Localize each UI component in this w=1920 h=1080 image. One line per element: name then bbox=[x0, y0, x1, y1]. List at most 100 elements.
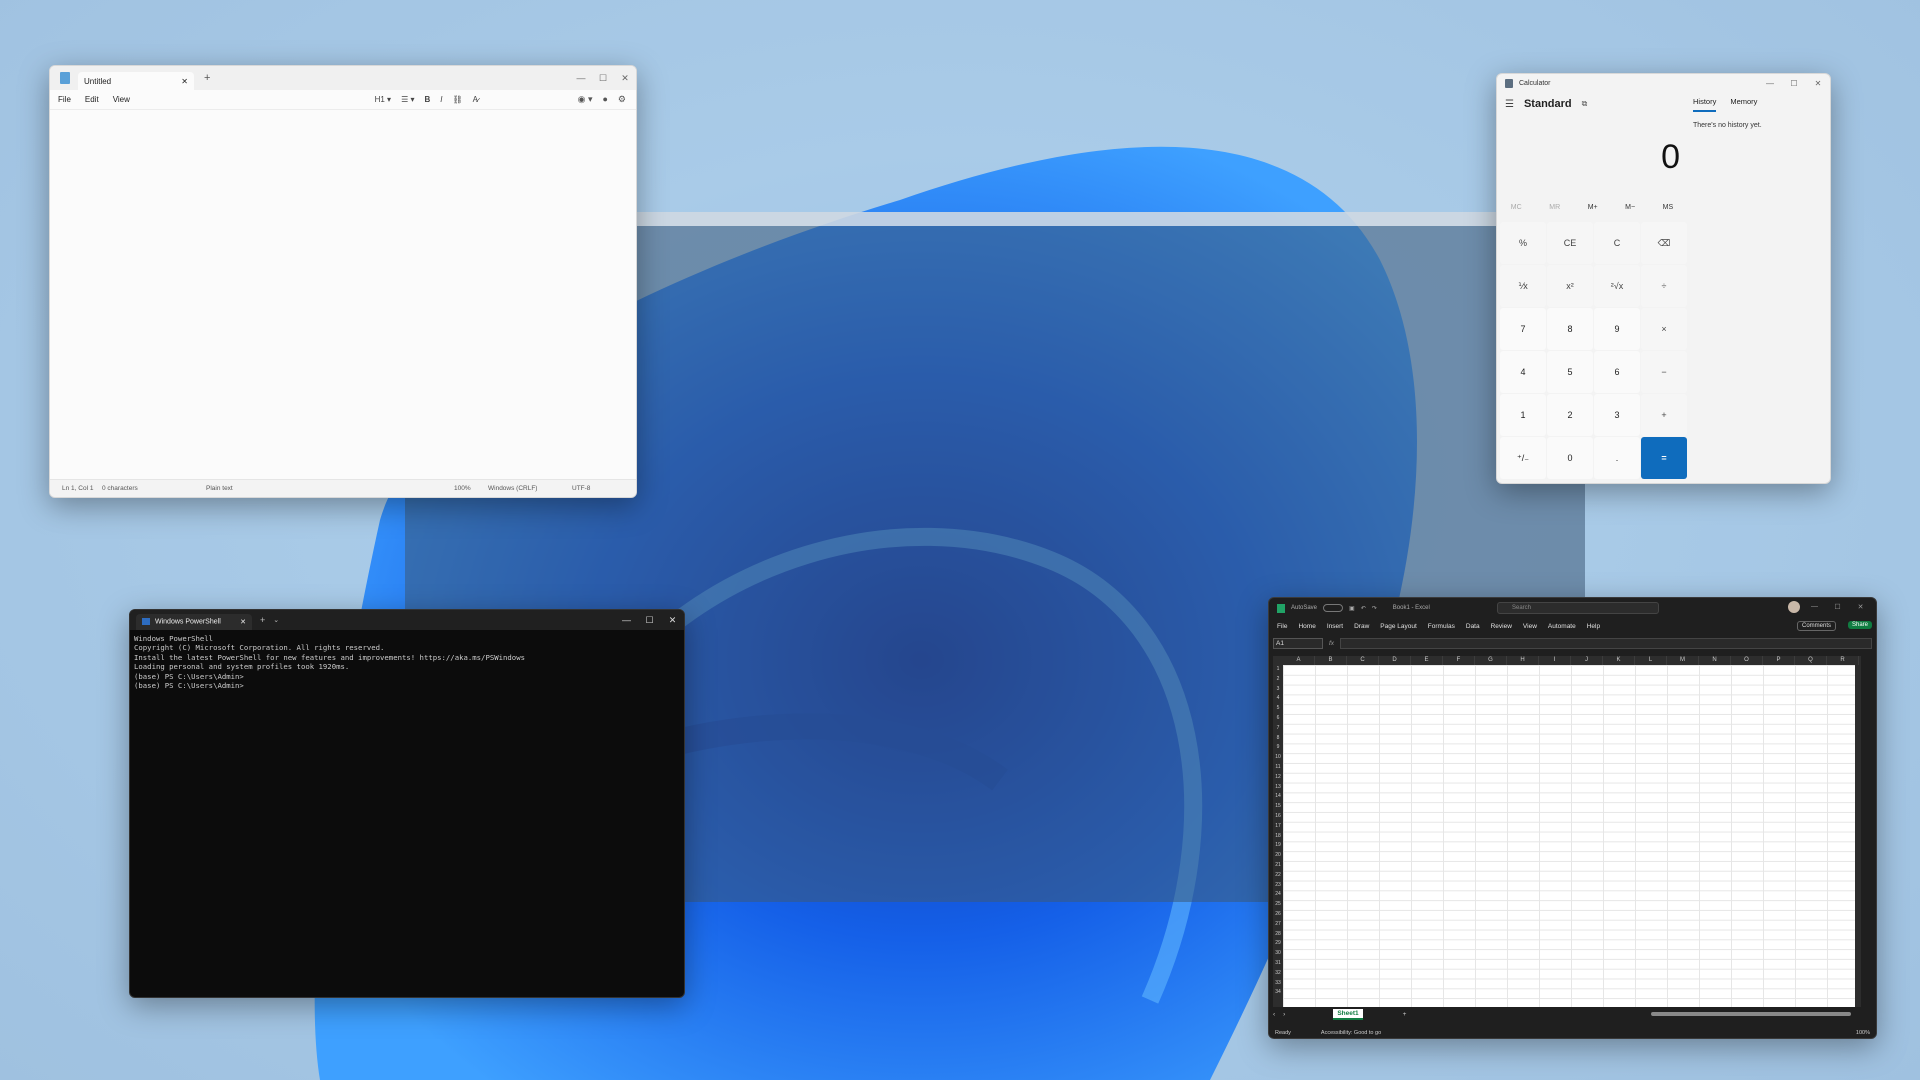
row-header[interactable]: 3 bbox=[1273, 685, 1283, 695]
zoom-level[interactable]: 100% bbox=[1856, 1030, 1870, 1036]
reciprocal-key[interactable]: ⅟x bbox=[1500, 265, 1546, 307]
row-header[interactable]: 16 bbox=[1273, 812, 1283, 822]
row-header[interactable]: 7 bbox=[1273, 724, 1283, 734]
digit-1-key[interactable]: 1 bbox=[1500, 394, 1546, 436]
notepad-tab[interactable]: Untitled ✕ bbox=[78, 72, 194, 90]
digit-6-key[interactable]: 6 bbox=[1594, 351, 1640, 393]
row-header[interactable]: 34 bbox=[1273, 988, 1283, 998]
ms-button[interactable]: MS bbox=[1663, 204, 1674, 211]
square-root-key[interactable]: ²√x bbox=[1594, 265, 1640, 307]
column-header[interactable]: G bbox=[1475, 656, 1507, 665]
ribbon-tab-file[interactable]: File bbox=[1277, 623, 1287, 630]
horizontal-scrollbar[interactable] bbox=[1651, 1012, 1851, 1016]
undo-icon[interactable]: ↶ bbox=[1361, 605, 1366, 612]
row-header[interactable]: 14 bbox=[1273, 792, 1283, 802]
ribbon-tab-insert[interactable]: Insert bbox=[1327, 623, 1343, 630]
avatar[interactable]: ● bbox=[602, 94, 607, 105]
row-header[interactable]: 12 bbox=[1273, 773, 1283, 783]
settings-icon[interactable]: ⚙ bbox=[618, 94, 626, 105]
column-header[interactable]: D bbox=[1379, 656, 1411, 665]
row-header[interactable]: 21 bbox=[1273, 861, 1283, 871]
menu-icon[interactable]: ☰ bbox=[1505, 99, 1514, 110]
notepad-titlebar[interactable]: Untitled ✕ + — ☐ ✕ bbox=[50, 66, 636, 90]
digit-0-key[interactable]: 0 bbox=[1547, 437, 1593, 479]
row-header[interactable]: 4 bbox=[1273, 694, 1283, 704]
ribbon-tab-automate[interactable]: Automate bbox=[1548, 623, 1576, 630]
excel-window[interactable]: AutoSave ▣ ↶ ↷ Book1 - Excel Search — ☐ … bbox=[1268, 597, 1877, 1039]
worksheet-grid[interactable]: A B C D E F G H I J K L M N O P Q R 1234… bbox=[1273, 656, 1861, 1007]
chevron-down-icon[interactable]: ⌄ bbox=[273, 616, 279, 624]
column-header[interactable]: K bbox=[1603, 656, 1635, 665]
close-icon[interactable]: ✕ bbox=[661, 615, 684, 626]
row-header[interactable]: 18 bbox=[1273, 832, 1283, 842]
column-header[interactable]: M bbox=[1667, 656, 1699, 665]
negate-key[interactable]: ⁺/₋ bbox=[1500, 437, 1546, 479]
equals-key[interactable]: = bbox=[1641, 437, 1687, 479]
column-header[interactable]: L bbox=[1635, 656, 1667, 665]
row-header[interactable]: 10 bbox=[1273, 753, 1283, 763]
row-header[interactable]: 22 bbox=[1273, 871, 1283, 881]
new-tab-button[interactable]: + bbox=[204, 72, 210, 84]
percent-key[interactable]: % bbox=[1500, 222, 1546, 264]
row-header[interactable]: 26 bbox=[1273, 910, 1283, 920]
prev-sheet-icon[interactable]: ‹ bbox=[1273, 1011, 1275, 1018]
column-header[interactable]: E bbox=[1411, 656, 1443, 665]
italic-button[interactable]: I bbox=[440, 95, 442, 104]
close-icon[interactable]: ✕ bbox=[1806, 79, 1830, 88]
vertical-scrollbar[interactable] bbox=[1855, 665, 1861, 1007]
backspace-key[interactable]: ⌫ bbox=[1641, 222, 1687, 264]
digit-7-key[interactable]: 7 bbox=[1500, 308, 1546, 350]
maximize-icon[interactable]: ☐ bbox=[592, 73, 614, 84]
close-icon[interactable]: ✕ bbox=[614, 73, 636, 84]
digit-2-key[interactable]: 2 bbox=[1547, 394, 1593, 436]
m-plus-button[interactable]: M+ bbox=[1588, 204, 1598, 211]
clear-format-icon[interactable]: A̷ bbox=[473, 95, 478, 104]
row-header[interactable]: 24 bbox=[1273, 890, 1283, 900]
sheet-tab[interactable]: Sheet1 bbox=[1333, 1009, 1362, 1020]
ribbon-tab-draw[interactable]: Draw bbox=[1354, 623, 1369, 630]
tab-memory[interactable]: Memory bbox=[1730, 97, 1757, 112]
row-header[interactable]: 23 bbox=[1273, 881, 1283, 891]
row-header[interactable]: 15 bbox=[1273, 802, 1283, 812]
minimize-icon[interactable]: — bbox=[570, 73, 592, 84]
ribbon-tab-review[interactable]: Review bbox=[1491, 623, 1512, 630]
row-header[interactable]: 19 bbox=[1273, 841, 1283, 851]
calculator-titlebar[interactable]: Calculator — ☐ ✕ bbox=[1497, 74, 1830, 92]
bold-button[interactable]: B bbox=[424, 95, 430, 104]
accessibility-status[interactable]: Accessibility: Good to go bbox=[1321, 1030, 1381, 1036]
row-header[interactable]: 6 bbox=[1273, 714, 1283, 724]
keep-on-top-icon[interactable]: ⧉ bbox=[1582, 99, 1588, 109]
row-header[interactable]: 17 bbox=[1273, 822, 1283, 832]
row-header[interactable]: 27 bbox=[1273, 920, 1283, 930]
row-header[interactable]: 20 bbox=[1273, 851, 1283, 861]
close-icon[interactable]: ✕ bbox=[1849, 603, 1872, 611]
row-header[interactable]: 5 bbox=[1273, 704, 1283, 714]
column-header[interactable]: H bbox=[1507, 656, 1539, 665]
row-header[interactable]: 13 bbox=[1273, 783, 1283, 793]
multiply-key[interactable]: × bbox=[1641, 308, 1687, 350]
digit-3-key[interactable]: 3 bbox=[1594, 394, 1640, 436]
row-header[interactable]: 25 bbox=[1273, 900, 1283, 910]
row-header[interactable]: 28 bbox=[1273, 930, 1283, 940]
row-header[interactable]: 29 bbox=[1273, 939, 1283, 949]
notepad-window[interactable]: Untitled ✕ + — ☐ ✕ File Edit View H1 ▾ ☰… bbox=[49, 65, 637, 498]
cell-area[interactable] bbox=[1283, 665, 1855, 1007]
add-key[interactable]: + bbox=[1641, 394, 1687, 436]
close-tab-icon[interactable]: ✕ bbox=[240, 618, 246, 626]
square-key[interactable]: x² bbox=[1547, 265, 1593, 307]
share-button[interactable]: Share bbox=[1848, 621, 1872, 629]
column-header[interactable]: F bbox=[1443, 656, 1475, 665]
menu-view[interactable]: View bbox=[113, 95, 130, 104]
row-header[interactable]: 1 bbox=[1273, 665, 1283, 675]
divide-key[interactable]: ÷ bbox=[1641, 265, 1687, 307]
subtract-key[interactable]: − bbox=[1641, 351, 1687, 393]
column-header[interactable]: C bbox=[1347, 656, 1379, 665]
column-header[interactable]: Q bbox=[1795, 656, 1827, 665]
m-minus-button[interactable]: M− bbox=[1625, 204, 1635, 211]
autosave-toggle[interactable] bbox=[1323, 604, 1343, 612]
close-tab-icon[interactable]: ✕ bbox=[181, 77, 188, 86]
terminal-tab[interactable]: Windows PowerShell ✕ bbox=[136, 614, 252, 630]
terminal-output[interactable]: Windows PowerShellCopyright (C) Microsof… bbox=[130, 630, 684, 694]
maximize-icon[interactable]: ☐ bbox=[638, 615, 661, 626]
column-header[interactable]: N bbox=[1699, 656, 1731, 665]
